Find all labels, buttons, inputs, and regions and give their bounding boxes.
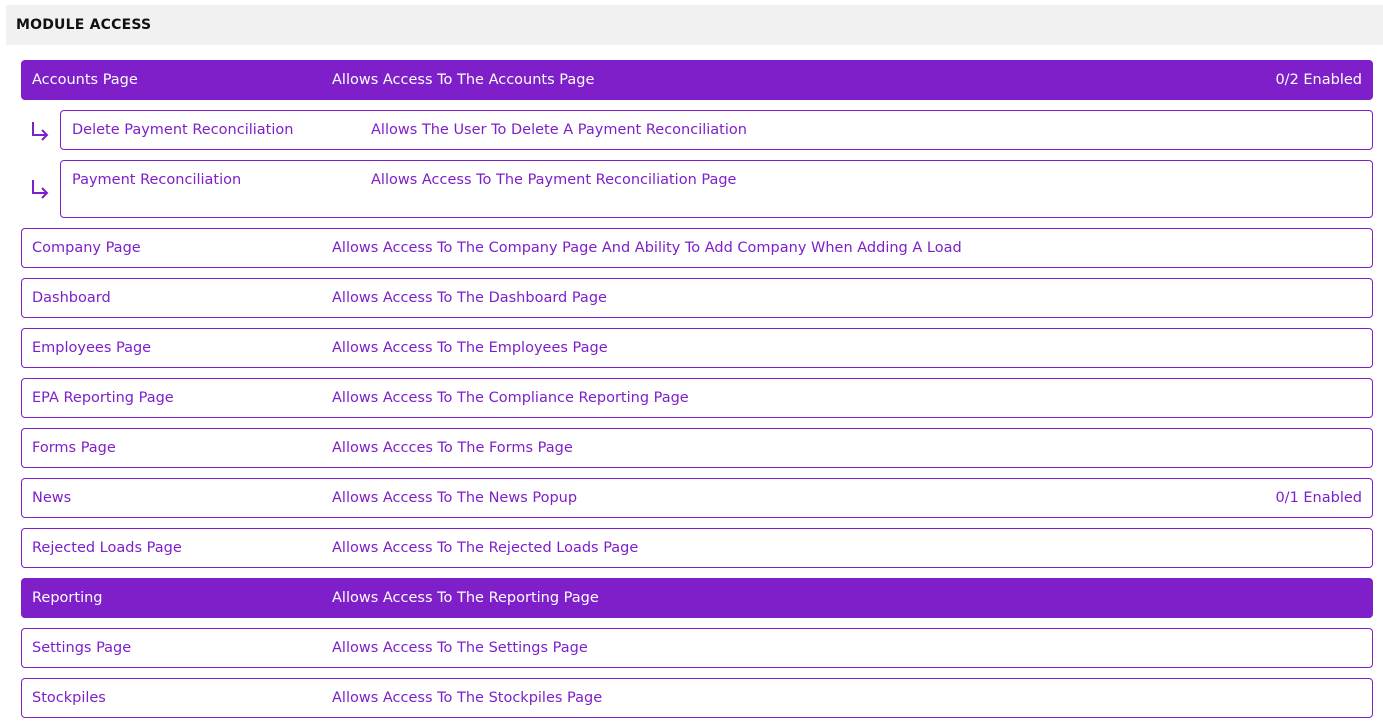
module-description: Allows Accces To The Forms Page [332, 440, 573, 456]
module-row-accounts-page[interactable]: Accounts Page Allows Access To The Accou… [21, 60, 1373, 100]
module-row-dashboard[interactable]: Dashboard Allows Access To The Dashboard… [21, 278, 1373, 318]
module-description: Allows Access To The Compliance Reportin… [332, 390, 689, 406]
module-name: News [32, 490, 72, 506]
module-row-company-page[interactable]: Company Page Allows Access To The Compan… [21, 228, 1373, 268]
section-title: MODULE ACCESS [6, 5, 1383, 45]
module-name: Stockpiles [32, 690, 106, 706]
module-description: Allows Access To The Payment Reconciliat… [371, 172, 737, 188]
module-row-delete-payment-reconciliation[interactable]: Delete Payment Reconciliation Allows The… [60, 110, 1373, 150]
module-row-payment-reconciliation[interactable]: Payment Reconciliation Allows Access To … [60, 160, 1373, 218]
module-name: Dashboard [32, 290, 111, 306]
module-name: Payment Reconciliation [72, 172, 242, 188]
module-description: Allows The User To Delete A Payment Reco… [371, 122, 747, 138]
module-name: Accounts Page [32, 72, 138, 88]
module-row-settings-page[interactable]: Settings Page Allows Access To The Setti… [21, 628, 1373, 668]
module-description: Allows Access To The Accounts Page [332, 72, 595, 88]
module-description: Allows Access To The Stockpiles Page [332, 690, 603, 706]
module-name: Company Page [32, 240, 141, 256]
module-row-rejected-loads-page[interactable]: Rejected Loads Page Allows Access To The… [21, 528, 1373, 568]
module-row-reporting[interactable]: Reporting Allows Access To The Reporting… [21, 578, 1373, 618]
module-description: Allows Access To The Company Page And Ab… [332, 240, 962, 256]
module-description: Allows Access To The Employees Page [332, 340, 608, 356]
module-name: EPA Reporting Page [32, 390, 174, 406]
module-description: Allows Access To The News Popup [332, 490, 578, 506]
module-enabled-count: 0/2 Enabled [1275, 72, 1362, 88]
module-name: Delete Payment Reconciliation [72, 122, 294, 138]
module-row-employees-page[interactable]: Employees Page Allows Access To The Empl… [21, 328, 1373, 368]
module-name: Reporting [32, 590, 103, 606]
module-enabled-count: 0/1 Enabled [1275, 490, 1362, 506]
module-name: Employees Page [32, 340, 152, 356]
module-name: Forms Page [32, 440, 116, 456]
module-row-forms-page[interactable]: Forms Page Allows Accces To The Forms Pa… [21, 428, 1373, 468]
module-description: Allows Access To The Dashboard Page [332, 290, 607, 306]
module-row-news[interactable]: News Allows Access To The News Popup 0/1… [21, 478, 1373, 518]
arrow-down-right-icon [32, 122, 49, 141]
module-description: Allows Access To The Settings Page [332, 640, 588, 656]
module-row-epa-reporting-page[interactable]: EPA Reporting Page Allows Access To The … [21, 378, 1373, 418]
module-description: Allows Access To The Rejected Loads Page [332, 540, 639, 556]
module-name: Settings Page [32, 640, 132, 656]
module-name: Rejected Loads Page [32, 540, 182, 556]
module-row-stockpiles[interactable]: Stockpiles Allows Access To The Stockpil… [21, 678, 1373, 718]
module-description: Allows Access To The Reporting Page [332, 590, 599, 606]
arrow-down-right-icon [32, 180, 49, 199]
